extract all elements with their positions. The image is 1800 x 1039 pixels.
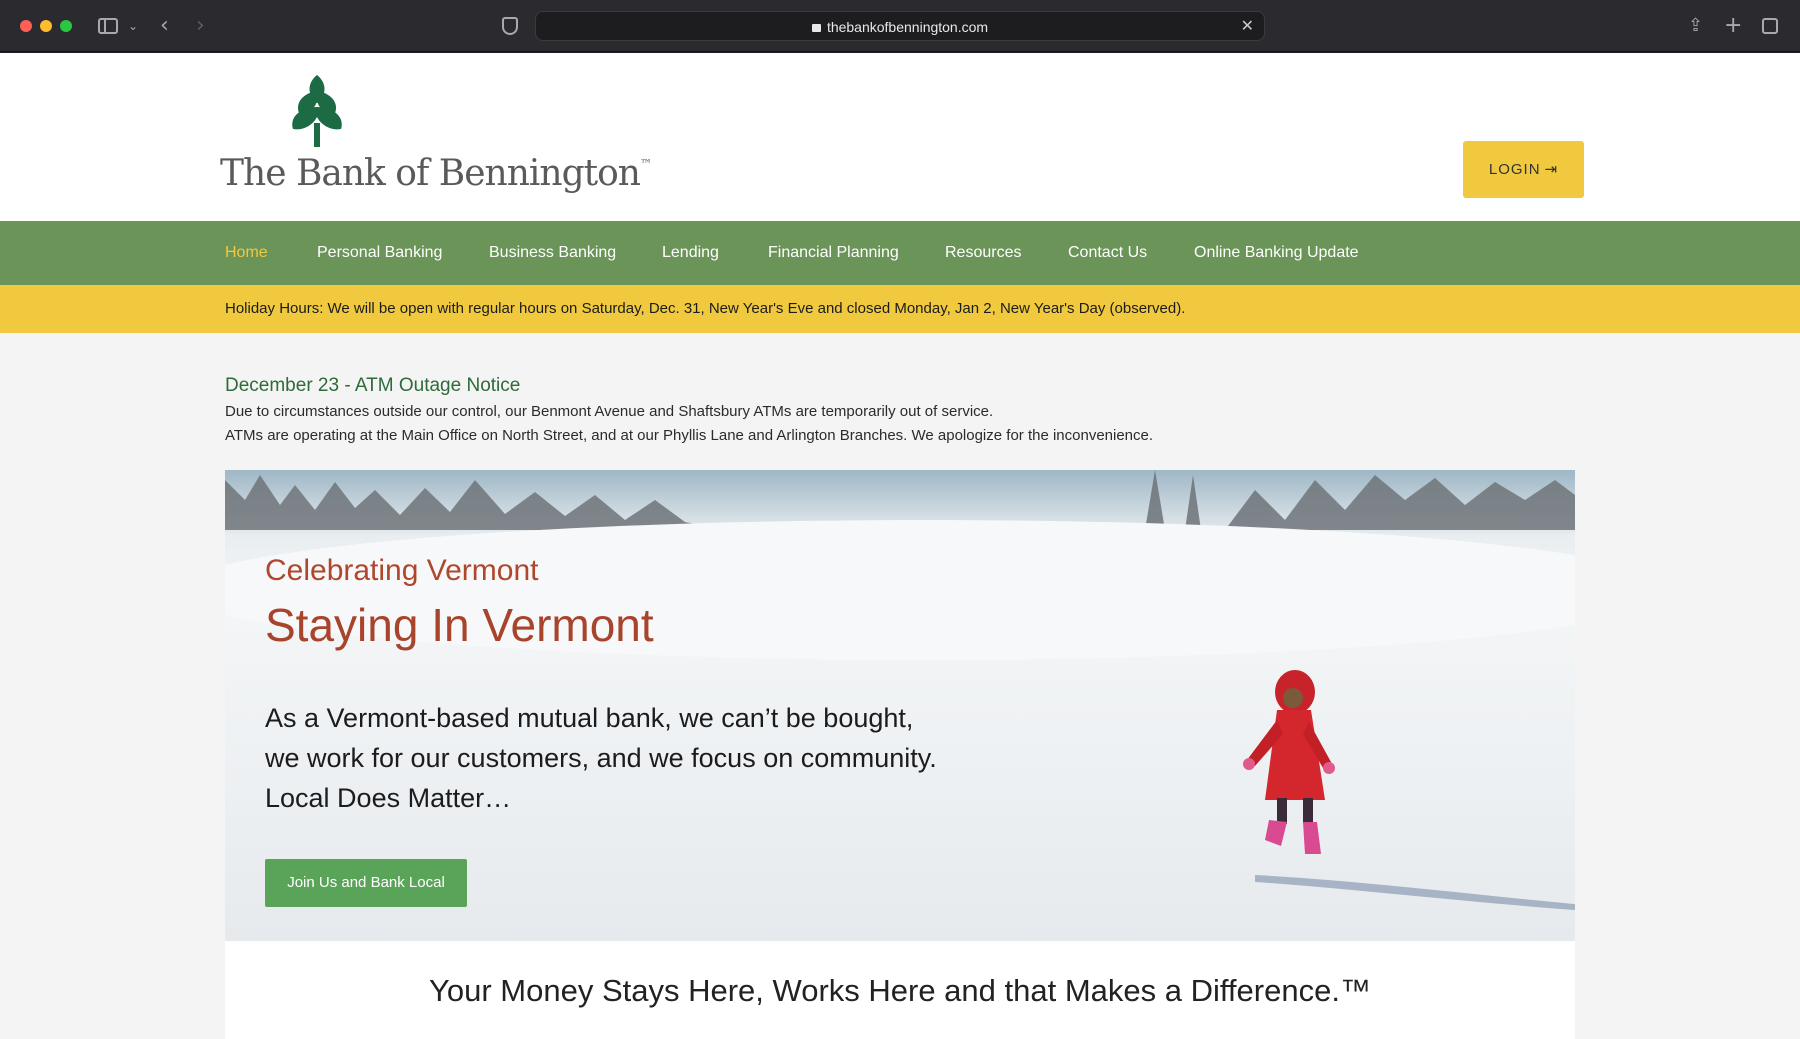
login-label: LOGIN [1488,161,1541,178]
nav-financial-planning[interactable]: Financial Planning [768,221,899,285]
nav-contact-us[interactable]: Contact Us [1068,221,1147,285]
tagline-text: Your Money Stays Here, Works Here and th… [429,973,1371,1008]
chevron-down-icon[interactable]: ⌄ [128,14,138,38]
site-header: The Bank of Bennington™ LOGIN ⇥ [0,53,1800,221]
tagline-section: Your Money Stays Here, Works Here and th… [225,941,1575,1039]
new-tab-icon[interactable]: + [1724,14,1742,38]
main-nav: Home Personal Banking Business Banking L… [0,221,1800,285]
minimize-window-button[interactable] [40,20,52,32]
login-button[interactable]: LOGIN ⇥ [1463,141,1584,198]
lock-icon [811,24,821,32]
hero-banner: Celebrating Vermont Staying In Vermont A… [225,470,1575,941]
web-page: The Bank of Bennington™ LOGIN ⇥ Home Pers… [0,53,1800,1039]
clear-url-icon[interactable]: ✕ [1241,16,1254,36]
holiday-alert-bar: Holiday Hours: We will be open with regu… [0,285,1800,333]
browser-toolbar: ⌄ ‹ › thebankofbennington.com ✕ ⇪ + [0,0,1800,52]
hero-body: As a Vermont-based mutual bank, we can’t… [265,703,937,813]
atm-notice-line-1: Due to circumstances outside our control… [225,403,994,420]
tree-logo-icon [292,75,342,147]
url-text: thebankofbennington.com [826,19,989,35]
login-arrow-icon: ⇥ [1544,160,1559,178]
atm-notice-title[interactable]: December 23 - ATM Outage Notice [225,375,520,397]
holiday-alert-text: Holiday Hours: We will be open with regu… [225,300,1186,317]
forward-icon[interactable]: › [196,14,205,38]
nav-lending[interactable]: Lending [662,221,719,285]
atm-notice-line-2: ATMs are operating at the Main Office on… [225,427,1154,444]
address-bar[interactable]: thebankofbennington.com ✕ [535,11,1265,41]
nav-resources[interactable]: Resources [945,221,1021,285]
child-in-red-coat-image [1243,670,1335,854]
back-icon[interactable]: ‹ [160,14,169,38]
nav-business-banking[interactable]: Business Banking [489,221,616,285]
hero-title: Staying In Vermont [265,599,654,651]
join-us-button[interactable]: Join Us and Bank Local [265,859,467,907]
logo-wordmark: The Bank of Bennington™ [220,153,652,194]
hero-kicker: Celebrating Vermont [265,554,539,587]
tab-overview-icon[interactable] [1762,18,1778,34]
nav-personal-banking[interactable]: Personal Banking [317,221,442,285]
close-window-button[interactable] [20,20,32,32]
maximize-window-button[interactable] [60,20,72,32]
privacy-shield-icon[interactable] [502,17,518,35]
sidebar-icon[interactable] [98,18,118,34]
share-icon[interactable]: ⇪ [1688,14,1703,38]
address-bar-text[interactable]: thebankofbennington.com [536,19,1264,35]
nav-online-banking-update[interactable]: Online Banking Update [1194,221,1359,285]
bank-logo[interactable]: The Bank of Bennington™ [220,73,652,213]
nav-home[interactable]: Home [225,221,268,285]
